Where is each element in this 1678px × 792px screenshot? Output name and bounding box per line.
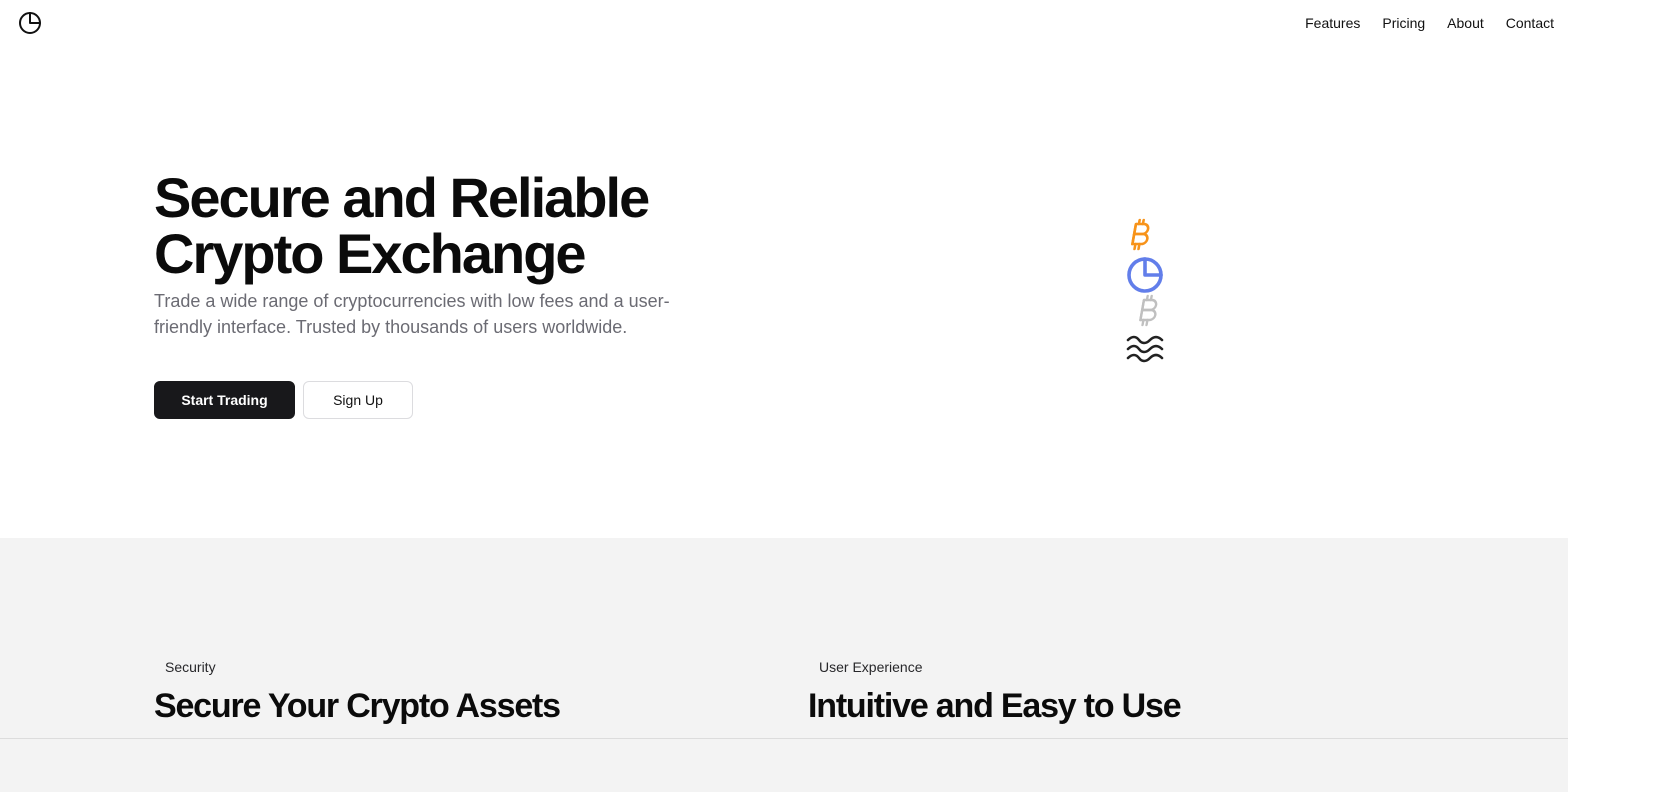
hero-actions: Start Trading Sign Up — [154, 381, 413, 419]
feature-security: Security Secure Your Crypto Assets — [154, 658, 561, 726]
pie-chart-icon — [1127, 257, 1163, 293]
crypto-icon-stack — [1124, 218, 1166, 368]
nav-link-features[interactable]: Features — [1305, 14, 1360, 32]
main-nav: Features Pricing About Contact — [1305, 14, 1554, 32]
hero-title-line-2: Crypto Exchange — [154, 222, 587, 285]
start-trading-button[interactable]: Start Trading — [154, 381, 295, 419]
bitcoin-icon — [1131, 218, 1150, 251]
feature-label: Security — [165, 659, 216, 675]
feature-title: Intuitive and Easy to Use — [808, 687, 1182, 725]
nav-link-pricing[interactable]: Pricing — [1382, 14, 1425, 32]
divider — [0, 738, 1568, 739]
bitcoin-outline-icon — [1139, 294, 1158, 327]
nav-link-contact[interactable]: Contact — [1506, 14, 1554, 32]
hero-title: Secure and Reliable Crypto Exchange — [154, 170, 794, 282]
blank-margin — [1568, 0, 1678, 792]
site-header: Features Pricing About Contact — [0, 0, 1568, 46]
hero-title-line-1: Secure and Reliable — [154, 166, 650, 229]
sign-up-button[interactable]: Sign Up — [303, 381, 413, 419]
hero-subtitle: Trade a wide range of cryptocurrencies w… — [154, 291, 670, 337]
feature-title: Secure Your Crypto Assets — [154, 687, 561, 725]
nav-link-about[interactable]: About — [1447, 14, 1484, 32]
feature-label: User Experience — [819, 659, 923, 675]
waves-icon — [1126, 335, 1164, 363]
pie-clock-icon[interactable] — [18, 11, 42, 35]
features-section: Security Secure Your Crypto Assets User … — [0, 538, 1568, 792]
landing-page: Features Pricing About Contact Secure an… — [0, 0, 1568, 792]
feature-user-experience: User Experience Intuitive and Easy to Us… — [808, 658, 1182, 726]
